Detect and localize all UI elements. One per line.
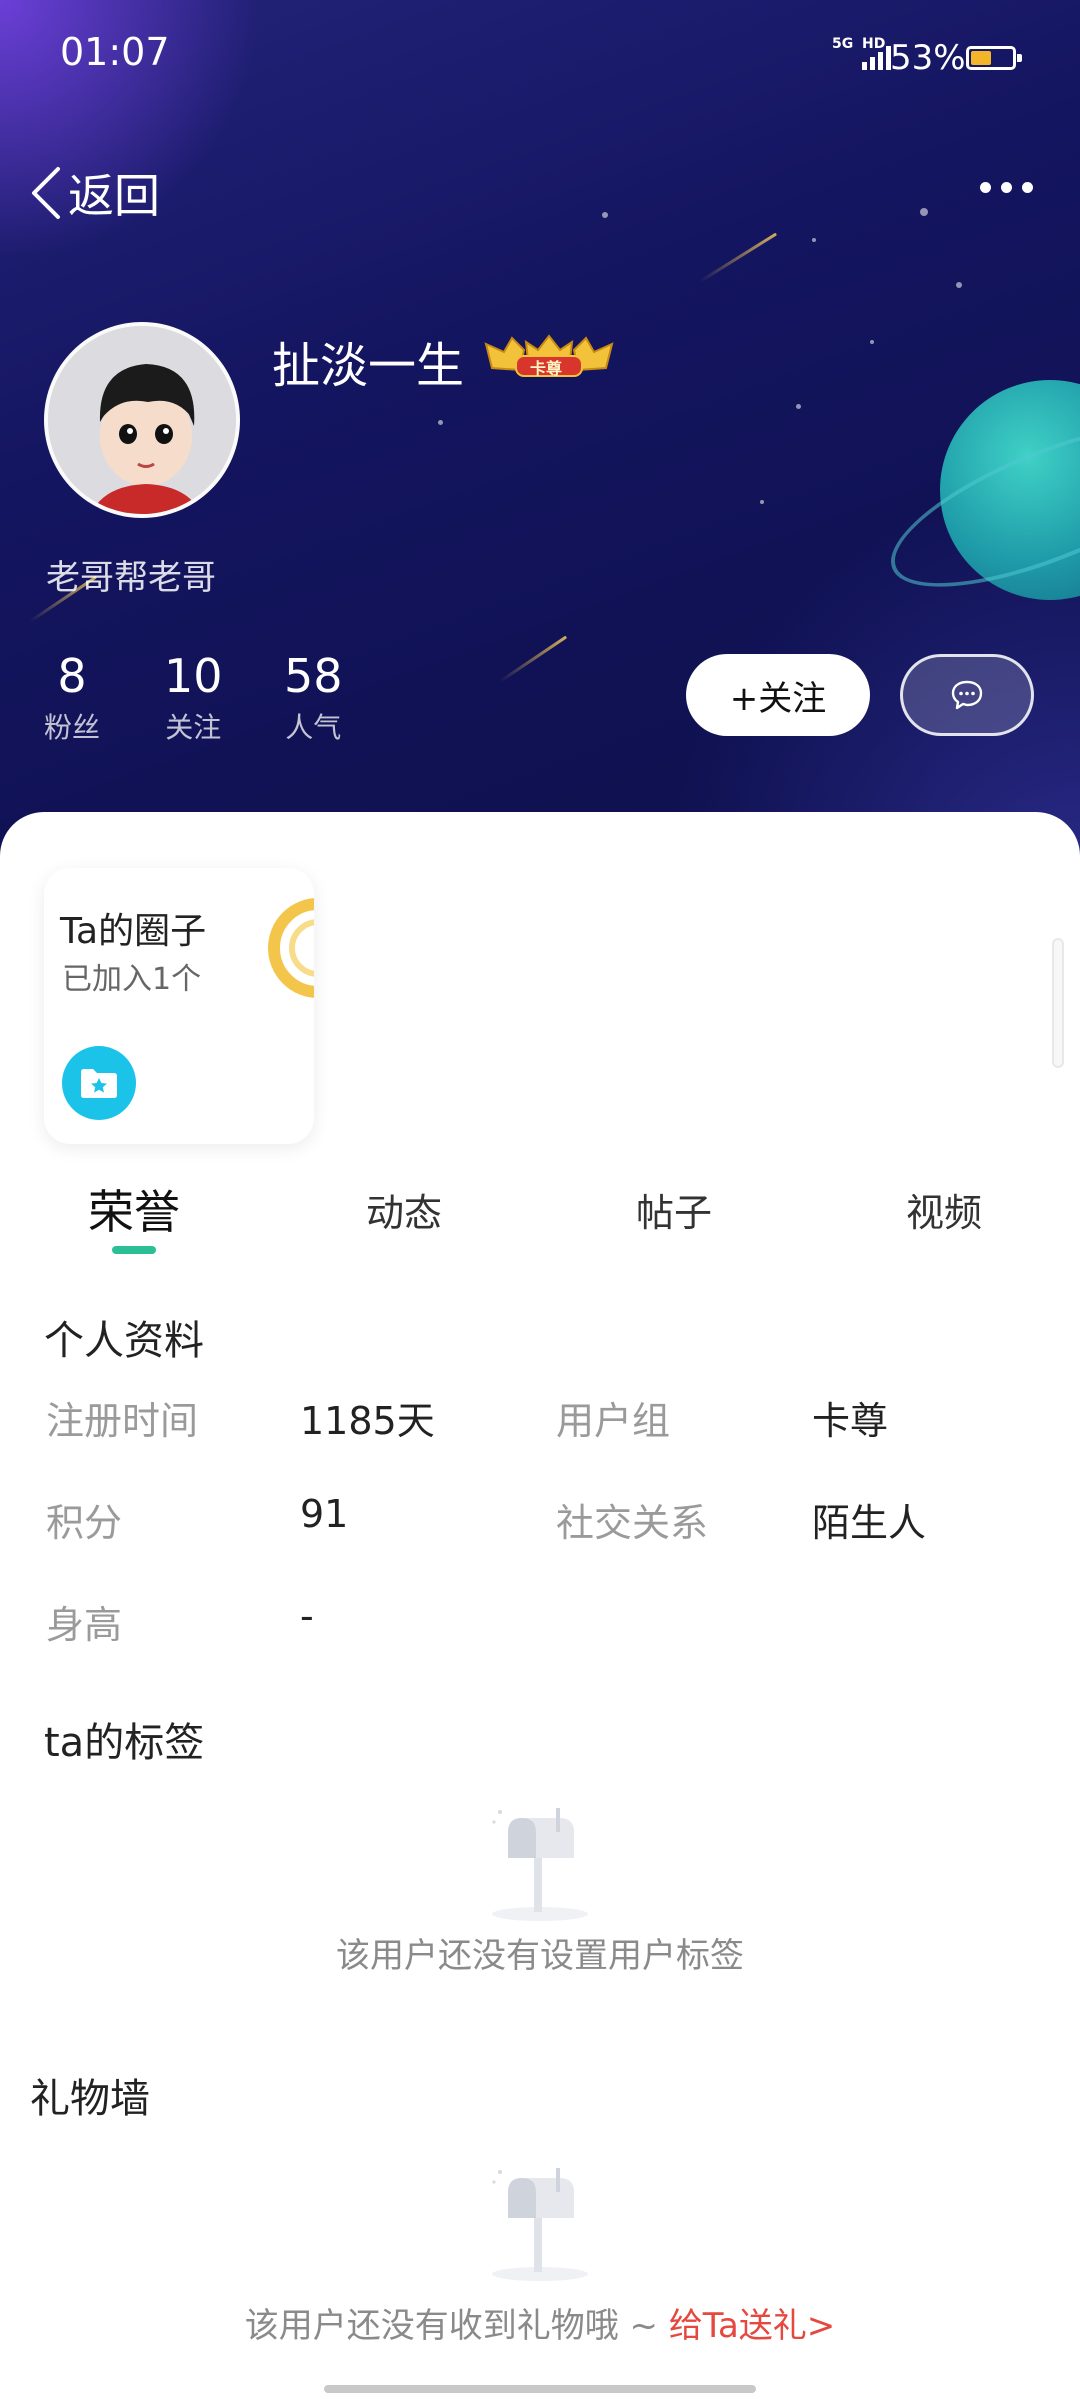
star-decoration (438, 420, 443, 425)
back-button[interactable]: 返回 (28, 160, 160, 226)
field-label-user-group: 用户组 (556, 1399, 671, 1443)
profile-header: 01:07 5G HD 53% 返回 扯淡一生 卡尊 老哥帮老哥 8 粉丝 10… (0, 0, 1080, 860)
field-value-social-relation: 陌生人 (812, 1501, 927, 1545)
stat-label: 人气 (285, 711, 342, 744)
signal-icon (862, 44, 891, 70)
empty-mailbox-icon (492, 2168, 588, 2281)
gift-empty-text: 该用户还没有收到礼物哦 ~ (244, 2306, 669, 2346)
meteor-decoration (499, 635, 568, 683)
tab-videos[interactable]: 视频 (906, 1182, 982, 1237)
chat-bubble-icon (951, 680, 983, 710)
field-value-height: - (300, 1594, 314, 1638)
field-label-height: 身高 (46, 1603, 123, 1647)
chevron-left-icon (32, 167, 60, 219)
stat-value: 10 (164, 649, 223, 703)
profile-tabs: 荣誉 动态 帖子 视频 (0, 1162, 1080, 1254)
status-bar: 01:07 5G HD 53% (0, 0, 1080, 110)
field-label-points: 积分 (46, 1501, 123, 1545)
more-dot-icon (980, 182, 991, 193)
tab-posts[interactable]: 帖子 (636, 1182, 712, 1237)
star-decoration (796, 404, 801, 409)
circle-card-subtitle: 已加入1个 (62, 962, 202, 997)
folder-star-button[interactable] (62, 1046, 136, 1120)
tab-honor[interactable]: 荣誉 (88, 1176, 180, 1242)
stat-popularity[interactable]: 58 人气 (284, 650, 343, 746)
tags-empty-text: 该用户还没有设置用户标签 (336, 1936, 744, 1976)
vip-badge: 卡尊 (482, 334, 616, 378)
network-type: 5G (832, 36, 853, 52)
circle-ring-icon (268, 898, 314, 998)
folder-star-icon (81, 1069, 117, 1098)
network-5g-label: 5G (832, 36, 854, 52)
stat-label: 关注 (165, 711, 222, 744)
star-decoration (870, 340, 874, 344)
follow-button[interactable]: +关注 (686, 654, 870, 736)
send-gift-link[interactable]: 给Ta送礼> (669, 2306, 835, 2346)
username: 扯淡一生 (272, 338, 465, 394)
star-decoration (602, 212, 608, 218)
active-tab-indicator (112, 1246, 156, 1254)
message-button[interactable] (900, 654, 1034, 736)
stat-value: 8 (57, 649, 87, 703)
horizontal-scroll-indicator (1052, 938, 1064, 1068)
field-value-points: 91 (300, 1492, 349, 1536)
star-decoration (920, 208, 928, 216)
stat-following[interactable]: 10 关注 (164, 650, 223, 746)
field-label-social-relation: 社交关系 (556, 1501, 709, 1545)
more-options-button[interactable] (980, 182, 1033, 193)
avatar-image (48, 326, 236, 514)
home-indicator[interactable] (324, 2385, 756, 2393)
star-decoration (760, 500, 764, 504)
vip-badge-text: 卡尊 (530, 359, 563, 378)
stat-fans[interactable]: 8 粉丝 (44, 650, 100, 746)
personal-info-title: 个人资料 (44, 1318, 204, 1364)
status-time: 01:07 (60, 30, 170, 74)
circle-card-title: Ta的圈子 (60, 911, 207, 952)
battery-icon (966, 46, 1022, 70)
field-label-register-time: 注册时间 (46, 1399, 199, 1443)
star-decoration (812, 238, 816, 242)
field-value-register-time: 1185天 (300, 1399, 435, 1443)
user-bio: 老哥帮老哥 (46, 558, 216, 598)
profile-content: Ta的圈子 已加入1个 荣誉 动态 帖子 视频 个人资料 注册时间 1185天 … (0, 812, 1080, 2400)
tab-activity[interactable]: 动态 (366, 1182, 442, 1237)
circle-card[interactable]: Ta的圈子 已加入1个 (44, 868, 314, 1144)
back-label: 返回 (68, 169, 160, 223)
avatar[interactable] (44, 322, 240, 518)
stat-value: 58 (284, 649, 343, 703)
battery-percent: 53% (890, 38, 966, 78)
meteor-decoration (699, 232, 778, 283)
more-dot-icon (1022, 182, 1033, 193)
gift-empty-message: 该用户还没有收到礼物哦 ~ 给Ta送礼> (0, 2298, 1080, 2347)
tags-title: ta的标签 (44, 1720, 205, 1766)
field-value-user-group: 卡尊 (812, 1399, 889, 1443)
more-dot-icon (1001, 182, 1012, 193)
empty-mailbox-icon (492, 1808, 588, 1921)
gift-wall-title: 礼物墙 (30, 2076, 150, 2122)
stat-label: 粉丝 (44, 711, 101, 744)
star-decoration (956, 282, 962, 288)
